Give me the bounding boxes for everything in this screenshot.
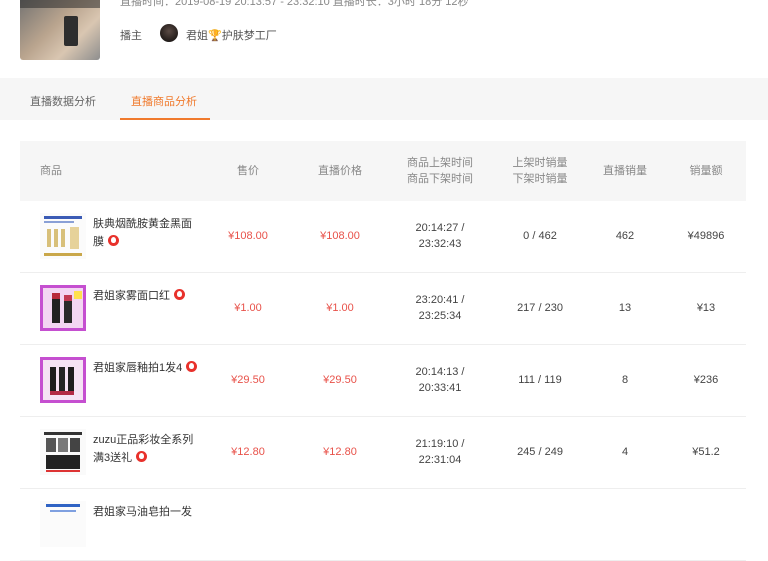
live-price-cell: ¥12.80 [323, 446, 357, 458]
table-row[interactable]: 肤典烟酰胺黄金黑面膜 ¥108.00 ¥108.00 20:14:27 / 23:… [20, 201, 746, 273]
thumbnail-banner [20, 0, 100, 8]
up-time: 20:14:27 / [415, 222, 465, 234]
hot-icon [136, 451, 148, 462]
thumbnail-product [64, 16, 78, 46]
product-name-text: 君姐家马油皂拍一发 [93, 506, 192, 518]
product-name[interactable]: 君姐家雾面口红 [93, 287, 198, 305]
tab-live-data-analysis[interactable]: 直播数据分析 [30, 93, 96, 109]
up-time: 21:19:10 / [415, 438, 465, 450]
sales-amount-cell: ¥51.2 [692, 446, 720, 458]
col-listing-time-bottom: 商品下架时间 [407, 173, 473, 185]
product-table: 商品 售价 直播价格 商品上架时间 商品下架时间 上架时销量 下架时销量 直播销量 … [20, 141, 746, 561]
live-sales-cell: 13 [618, 302, 632, 314]
trophy-icon: 🏆 [208, 30, 222, 42]
listing-sales-cell: 245 / 249 [517, 446, 563, 458]
col-price: 售价 [237, 165, 259, 177]
product-name[interactable]: 肤典烟酰胺黄金黑面膜 [93, 215, 198, 251]
listing-sales-cell [500, 489, 580, 559]
tab-live-product-analysis[interactable]: 直播商品分析 [131, 93, 197, 109]
price-cell [208, 489, 288, 559]
live-sales-cell: 4 [621, 446, 629, 458]
product-name-text: 君姐家雾面口红 [93, 290, 170, 302]
product-image[interactable] [40, 501, 86, 547]
host-label: 播主 [120, 30, 142, 42]
live-sales-cell: 462 [615, 230, 635, 242]
listing-time-cell: 20:14:13 / 20:33:41 [395, 345, 485, 415]
price-cell: ¥29.50 [231, 374, 265, 386]
sales-amount-cell: ¥13 [696, 302, 716, 314]
down-time: 20:33:41 [418, 382, 462, 394]
col-listing-time-top: 商品上架时间 [407, 157, 473, 169]
listing-time-cell: 21:19:10 / 22:31:04 [395, 417, 485, 487]
table-row[interactable]: 君姐家唇釉拍1发4 ¥29.50 ¥29.50 20:14:13 / 20:33:… [20, 345, 746, 417]
col-live-price: 直播价格 [318, 165, 362, 177]
col-sales-amount: 销量额 [689, 165, 723, 177]
live-price-cell: ¥29.50 [323, 374, 357, 386]
down-time: 23:25:34 [418, 310, 462, 322]
col-product: 商品 [40, 165, 62, 177]
product-name[interactable]: zuzu正品彩妆全系列满3送礼 [93, 431, 198, 467]
sales-amount-cell: ¥236 [693, 374, 719, 386]
live-price-cell: ¥1.00 [326, 302, 354, 314]
product-name-text: 肤典烟酰胺黄金黑面膜 [93, 218, 192, 248]
price-cell: ¥12.80 [231, 446, 265, 458]
col-listing-sales: 上架时销量下架时销量 [500, 141, 580, 201]
product-image[interactable] [40, 213, 86, 259]
sales-amount-cell: ¥49896 [687, 230, 725, 242]
host-name[interactable]: 君姐🏆护肤梦工厂 [186, 27, 277, 43]
live-info-header: 直播时间：2019-08-19 20:13:57 - 23:32:10 直播时长… [0, 0, 768, 78]
host-name-text: 君姐 [186, 30, 208, 42]
hot-icon [108, 235, 119, 246]
live-time-info: 直播时间：2019-08-19 20:13:57 - 23:32:10 直播时长… [120, 0, 469, 8]
price-cell: ¥108.00 [228, 230, 268, 242]
price-cell: ¥1.00 [234, 302, 262, 314]
table-row[interactable]: 君姐家马油皂拍一发 [20, 489, 746, 561]
up-time: 20:14:13 / [415, 366, 465, 378]
up-time: 23:20:41 / [415, 294, 465, 306]
table-row[interactable]: 君姐家雾面口红 ¥1.00 ¥1.00 23:20:41 / 23:25:34 2… [20, 273, 746, 345]
col-live-sales: 直播销量 [603, 165, 647, 177]
live-price-cell: ¥108.00 [320, 230, 360, 242]
product-name[interactable]: 君姐家马油皂拍一发 [93, 503, 198, 521]
listing-time-cell: 20:14:27 / 23:32:43 [395, 201, 485, 271]
table-row[interactable]: zuzu正品彩妆全系列满3送礼 ¥12.80 ¥12.80 21:19:10 /… [20, 417, 746, 489]
col-listing-time: 商品上架时间 商品下架时间 [395, 141, 485, 201]
live-cover-thumbnail[interactable] [20, 0, 100, 60]
listing-sales-cell: 111 / 119 [518, 374, 562, 386]
sales-amount-cell [670, 489, 742, 559]
active-tab-indicator [120, 118, 210, 120]
down-time: 23:32:43 [418, 238, 462, 250]
host-avatar[interactable] [160, 24, 178, 42]
col-listing-sales-top: 上架时销量 [512, 157, 568, 169]
live-sales-cell [585, 489, 665, 559]
host-name-suffix: 护肤梦工厂 [221, 30, 277, 42]
product-name-text: 君姐家唇釉拍1发4 [93, 362, 183, 374]
product-image[interactable] [40, 285, 86, 331]
live-price-cell [300, 489, 380, 559]
analysis-tabs: 直播数据分析 直播商品分析 [0, 78, 768, 120]
listing-time-cell [395, 489, 485, 559]
col-listing-sales-bottom: 下架时销量 [512, 173, 568, 185]
listing-time-cell: 23:20:41 / 23:25:34 [395, 273, 485, 343]
table-header: 商品 售价 直播价格 商品上架时间 商品下架时间 上架时销量 下架时销量 直播销量 … [20, 141, 746, 201]
hot-icon [174, 289, 185, 300]
product-image[interactable] [40, 357, 86, 403]
product-name[interactable]: 君姐家唇釉拍1发4 [93, 359, 198, 377]
live-sales-cell: 8 [621, 374, 629, 386]
hot-icon [186, 361, 198, 372]
down-time: 22:31:04 [418, 454, 462, 466]
product-image[interactable] [40, 429, 86, 475]
listing-sales-cell: 0 / 462 [523, 230, 557, 242]
listing-sales-cell: 217 / 230 [517, 302, 563, 314]
